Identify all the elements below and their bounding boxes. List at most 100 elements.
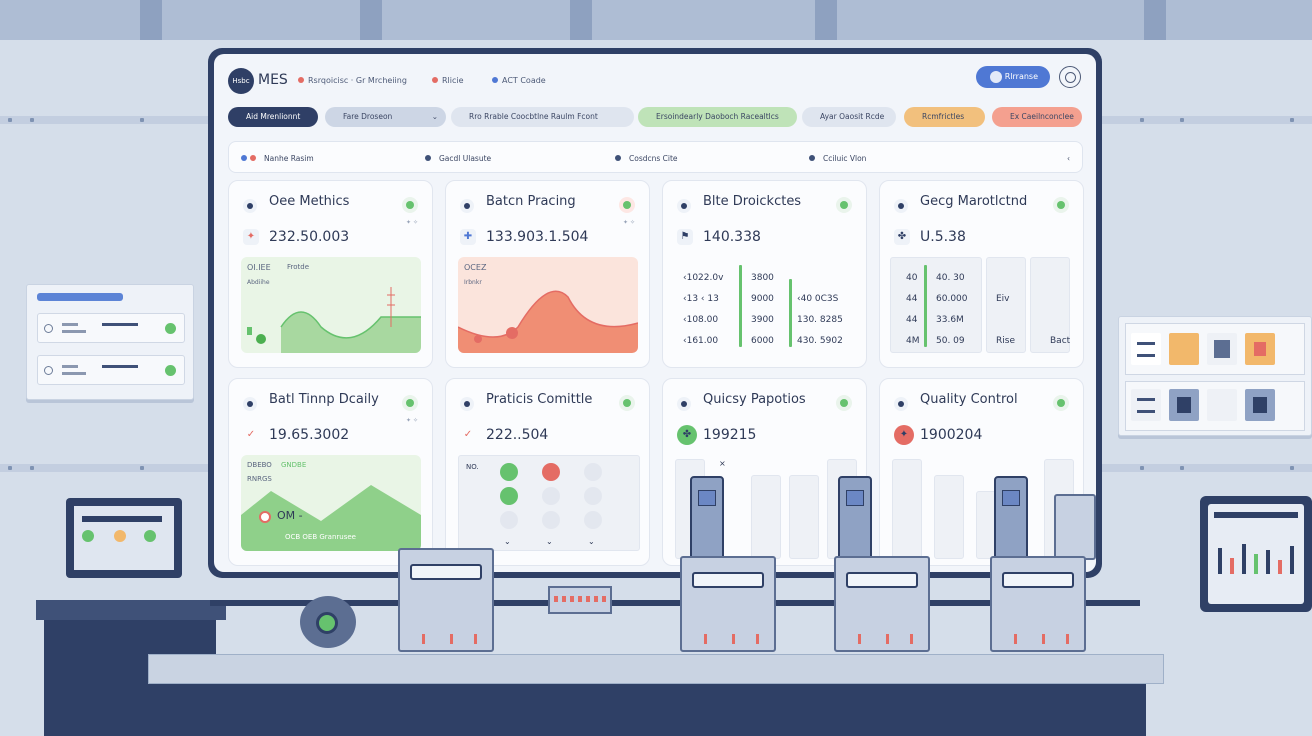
top-bar: Hsbc MES Rsrqoicisc · Gr Mrcheiing Rlici… [214,54,1096,100]
table-cell: ‹40 0C3S [797,294,839,304]
process-machine [990,556,1086,652]
ceiling-beam [360,0,382,40]
chevron-down-icon[interactable]: ⌄ [588,537,595,546]
filter-grade[interactable]: Gacdl Ulasute [425,154,491,163]
status-dot [584,463,602,481]
table-cell: 44 [906,294,918,304]
status-dot [542,511,560,529]
table-cell: Rise [996,336,1015,346]
console-desk [36,600,226,620]
panel-tile[interactable] [1131,389,1161,421]
tab-dropdown[interactable]: Fare Droseon ⌄ [325,107,446,127]
filter-cost[interactable]: Cosdcns Cite [615,154,678,163]
user-icon [615,155,621,161]
metric-icon [677,397,691,411]
filter-name[interactable]: Nanhe Rasim [241,154,314,163]
tab-alert[interactable]: Ex Caeilnconclee [992,107,1082,127]
nav-item-act[interactable]: ACT Coade [492,76,546,85]
table-cell: Eiv [996,294,1010,304]
table-cell: 60.000 [936,294,968,304]
sparkle-icon: ✦ ✧ [406,417,418,424]
table-cell: 40 [906,273,918,283]
level-bar [739,265,742,347]
table-cell: 4M [906,336,920,346]
main-monitor: Hsbc MES Rsrqoicisc · Gr Mrcheiing Rlici… [208,48,1102,578]
metric-icon [894,199,908,213]
ceiling-beam [1144,0,1166,40]
metric-icon [894,397,908,411]
status-dot-icon [1053,395,1069,411]
process-machine [834,556,930,652]
card-oee-metrics[interactable]: Oee Methics ✦ ✧ ✦ 232.50.003 OI.IEE Frot… [228,180,433,368]
panel-toggle-row[interactable] [37,313,185,343]
collapse-filter-button[interactable]: ‹ [1067,154,1070,163]
table-cell: Bact [1050,336,1071,346]
card-value: 140.338 [703,229,761,245]
card-title: Quality Control [920,392,1018,407]
panel-tile[interactable] [1245,333,1275,365]
table-cell: 430. 5902 [797,336,843,346]
card-value: 222..504 [486,427,549,443]
side-monitor-left [66,498,182,578]
tab-filter-range[interactable]: Rro Rrable Coocbtlne Raulm Fcont [451,107,634,127]
cabinet [1054,494,1096,560]
panel-toggle-row[interactable] [37,355,185,385]
card-title: Blte Droickctes [703,194,802,209]
panel-tile[interactable] [1131,333,1161,365]
tab-main[interactable]: Aid Mrenlionnt [228,107,318,127]
card-title: Batl Tinnp Dcaily [269,392,379,407]
area-chart: DBEBO GNDBE RNRGS OM - OCB OEB Granrusee [241,455,421,551]
nav-item-home[interactable]: Rsrqoicisc · Gr Mrcheiing [298,76,407,85]
table-cell: 33.6M [936,315,964,325]
gauge-column [892,459,922,559]
reactor-tower [838,476,872,560]
settings-button[interactable] [1059,66,1081,88]
card-value: 199215 [703,427,757,443]
status-dot-icon [836,395,852,411]
panel-tile[interactable] [1245,389,1275,421]
tab-warning[interactable]: Rcmfrictles [904,107,985,127]
status-dot [584,487,602,505]
table-cell: 3900 [751,315,774,325]
status-dot-icon [1053,197,1069,213]
bench-base [166,684,1146,736]
chart-label: OM - [277,509,303,522]
flag-icon: ⚑ [677,229,693,245]
metric-icon [460,199,474,213]
table-cell: 130. 8285 [797,315,843,325]
tab-status-green[interactable]: Ersoindearly Daoboch Racealtlcs [638,107,797,127]
panel-tile[interactable] [1207,333,1237,365]
home-icon [298,77,304,83]
tab-asset[interactable]: Ayar Oaosit Rcde [802,107,896,127]
card-gecg-marotlctnd[interactable]: Gecg Marotlctnd ✤ U.5.38 40 40. 30 44 60… [879,180,1084,368]
panel-tile[interactable] [1169,333,1199,365]
grid-icon: ✚ [460,229,476,245]
table-cell: ‹161.00 [683,336,719,346]
nav-item-flag[interactable]: Rlicie [432,76,464,85]
status-dot-icon [402,395,418,411]
circle-icon [250,155,256,161]
card-batl-tinnp-dcaily[interactable]: Batl Tinnp Dcaily ✦ ✧ ✓ 19.65.3002 DBEBO… [228,378,433,566]
panel-tile[interactable] [1169,389,1199,421]
filter-view[interactable]: Cciluic Vlon [809,154,866,163]
chevron-down-icon[interactable]: ⌄ [546,537,553,546]
ceiling-beam [815,0,837,40]
card-title: Batcn Pracing [486,194,576,209]
card-batch-pricing[interactable]: Batcn Pracing ✦ ✧ ✚ 133.903.1.504 OCEZ I… [445,180,650,368]
user-button[interactable]: Rlrranse [976,66,1050,88]
table-cell: 50. 09 [936,336,965,346]
mes-dashboard-screen: Hsbc MES Rsrqoicisc · Gr Mrcheiing Rlici… [214,54,1096,572]
reactor-tower [690,476,724,560]
metric-icon [243,199,257,213]
gauge-column [751,475,781,559]
area-chart: OCEZ Irbnkr [458,257,638,353]
ceiling-beam [570,0,592,40]
panel-tile[interactable] [1207,389,1237,421]
arrow-icon: ✦ [243,229,259,245]
card-value: 19.65.3002 [269,427,350,443]
card-praticis-comittle[interactable]: Praticis Comittle ✓ 222..504 NO. ⌄ ⌄ ⌄ [445,378,650,566]
chevron-down-icon[interactable]: ⌄ [504,537,511,546]
app-name: MES [258,72,288,88]
area-chart-svg [247,287,421,353]
card-bite-droickctes[interactable]: Blte Droickctes ⚑ 140.338 ‹1022.0v 3800 … [662,180,867,368]
